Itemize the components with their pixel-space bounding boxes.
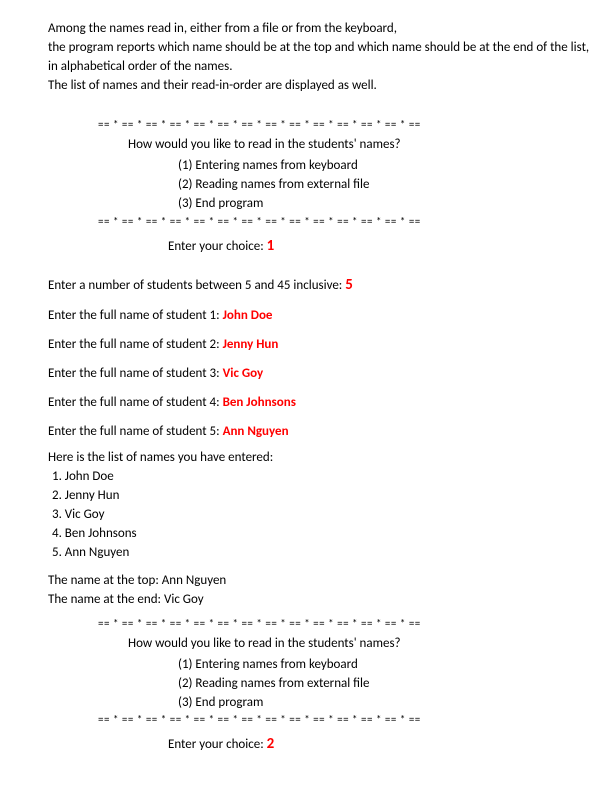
student-name-value: Jenny Hun: [223, 337, 279, 352]
entered-names-list: Here is the list of names you have enter…: [48, 449, 597, 562]
choice-value: 2: [267, 735, 275, 753]
menu-separator: == * == * == * == * == * == * == * == * …: [98, 214, 597, 230]
result-block: The name at the top: Ann Nguyen The name…: [48, 572, 597, 610]
name-prompt-prefix: Enter the full name of student: [48, 366, 210, 381]
choice-value: 1: [267, 237, 275, 255]
name-prompt-prefix: Enter the full name of student: [48, 337, 210, 352]
desc-line: The list of names and their read-in-orde…: [48, 77, 597, 96]
list-item: 5. Ann Nguyen: [52, 544, 597, 563]
menu-options: (1) Entering names from keyboard (2) Rea…: [178, 157, 597, 214]
student-name-value: Ben Johnsons: [223, 395, 296, 410]
menu-question: How would you like to read in the studen…: [128, 136, 597, 155]
list-item: 1. John Doe: [52, 468, 597, 487]
choice-prompt: Enter your choice: 2: [168, 734, 597, 756]
list-item: 4. Ben Johnsons: [52, 525, 597, 544]
student-name-prompt: Enter the full name of student 4: Ben Jo…: [48, 394, 597, 413]
choice-label: Enter your choice:: [168, 239, 267, 254]
menu-option: (1) Entering names from keyboard: [178, 656, 597, 675]
desc-line: the program reports which name should be…: [48, 39, 597, 58]
desc-line: Among the names read in, either from a f…: [48, 20, 597, 39]
menu-options: (1) Entering names from keyboard (2) Rea…: [178, 656, 597, 713]
name-prompt-prefix: Enter the full name of student: [48, 308, 210, 323]
student-name-value: John Doe: [223, 308, 273, 323]
menu-block: == * == * == * == * == * == * == * == * …: [98, 117, 597, 229]
end-name-line: The name at the end: Vic Goy: [48, 591, 597, 610]
description-block: Among the names read in, either from a f…: [48, 20, 597, 95]
end-label: The name at the end:: [48, 592, 164, 607]
student-name-prompt: Enter the full name of student 5: Ann Ng…: [48, 423, 597, 442]
menu-option: (1) Entering names from keyboard: [178, 157, 597, 176]
count-label: Enter a number of students between 5 and…: [48, 278, 345, 293]
list-item: 2. Jenny Hun: [52, 487, 597, 506]
name-prompt-prefix: Enter the full name of student: [48, 424, 210, 439]
student-name-prompt: Enter the full name of student 2: Jenny …: [48, 336, 597, 355]
list-item: 3. Vic Goy: [52, 506, 597, 525]
desc-line: in alphabetical order of the names.: [48, 58, 597, 77]
menu-question: How would you like to read in the studen…: [128, 635, 597, 654]
menu-separator: == * == * == * == * == * == * == * == * …: [98, 117, 597, 133]
menu-separator: == * == * == * == * == * == * == * == * …: [98, 616, 597, 632]
choice-prompt: Enter your choice: 1: [168, 236, 597, 258]
menu-option: (2) Reading names from external file: [178, 675, 597, 694]
count-value: 5: [345, 276, 353, 294]
student-name-prompt: Enter the full name of student 1: John D…: [48, 307, 597, 326]
top-name: Ann Nguyen: [162, 573, 227, 588]
menu-option: (2) Reading names from external file: [178, 176, 597, 195]
student-count-prompt: Enter a number of students between 5 and…: [48, 275, 597, 297]
menu-option: (3) End program: [178, 694, 597, 713]
student-name-value: Vic Goy: [223, 366, 264, 381]
student-name-value: Ann Nguyen: [223, 424, 289, 439]
menu-block: == * == * == * == * == * == * == * == * …: [98, 616, 597, 728]
top-name-line: The name at the top: Ann Nguyen: [48, 572, 597, 591]
menu-option: (3) End program: [178, 195, 597, 214]
name-prompt-prefix: Enter the full name of student: [48, 395, 210, 410]
end-name: Vic Goy: [164, 592, 204, 607]
menu-separator: == * == * == * == * == * == * == * == * …: [98, 712, 597, 728]
list-header: Here is the list of names you have enter…: [48, 449, 597, 468]
top-label: The name at the top:: [48, 573, 162, 588]
student-name-prompt: Enter the full name of student 3: Vic Go…: [48, 365, 597, 384]
